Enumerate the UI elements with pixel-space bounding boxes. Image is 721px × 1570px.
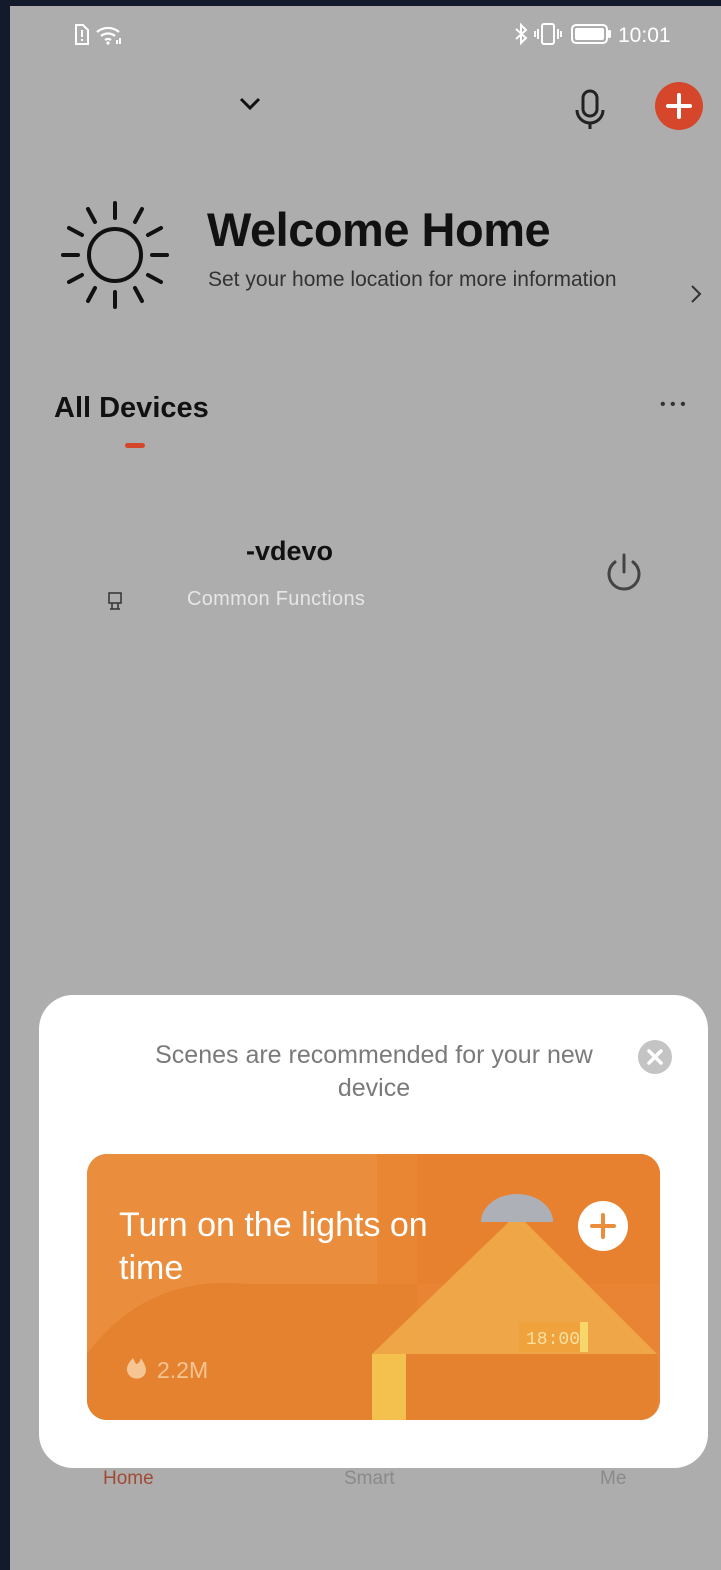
battery-icon (571, 24, 613, 44)
vibrate-icon (534, 22, 562, 46)
plus-icon (666, 93, 692, 119)
plus-icon (590, 1213, 616, 1239)
welcome-title: Welcome Home (207, 203, 551, 256)
bluetooth-icon (513, 22, 529, 46)
status-time: 10:01 (618, 24, 671, 47)
device-thumbnail (106, 591, 124, 616)
scene-card[interactable]: 18:00 Turn on the lights on time 2.2M (87, 1154, 660, 1420)
nav-smart[interactable]: Smart (344, 1468, 395, 1490)
add-device-button[interactable] (655, 82, 703, 130)
microphone-icon[interactable] (572, 88, 608, 137)
scene-usage-count: 2.2M (157, 1357, 209, 1383)
sim-alert-icon (72, 24, 90, 46)
device-name[interactable]: -vdevo (246, 536, 333, 567)
nav-home[interactable]: Home (103, 1468, 154, 1490)
device-subtitle: Common Functions (187, 588, 366, 610)
power-icon[interactable] (603, 551, 645, 600)
more-button[interactable]: • • • (660, 396, 686, 414)
tab-indicator (125, 443, 145, 448)
scene-title: Turn on the lights on time (119, 1206, 428, 1287)
close-icon (647, 1049, 663, 1065)
welcome-subtitle[interactable]: Set your home location for more informat… (208, 266, 628, 294)
chevron-right-icon[interactable] (690, 284, 702, 309)
clock-display: 18:00 (526, 1330, 580, 1350)
recommend-sheet: Scenes are recommended for your new devi… (39, 995, 708, 1468)
wifi-icon (95, 24, 123, 46)
tab-all-devices[interactable]: All Devices (54, 392, 209, 425)
sun-icon (58, 198, 172, 317)
home-selector-chevron-down-icon[interactable] (238, 96, 262, 117)
close-button[interactable] (638, 1040, 672, 1074)
add-scene-button[interactable] (578, 1201, 628, 1251)
app-screen: 10:01 Welcome Home Set your home locatio… (10, 6, 721, 1570)
nav-me[interactable]: Me (600, 1468, 626, 1490)
sheet-title: Scenes are recommended for your new devi… (155, 1041, 593, 1102)
